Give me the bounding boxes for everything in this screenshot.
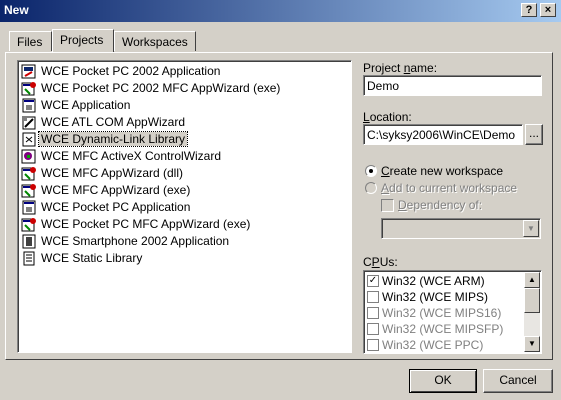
cpu-checkbox[interactable] (367, 291, 379, 303)
cpu-item[interactable]: Win32 (WCE PPC) (366, 337, 526, 353)
tab-files-label: Files (17, 35, 43, 49)
help-button[interactable]: ? (521, 3, 537, 17)
dependency-combo[interactable]: ▼ (381, 218, 541, 239)
project-type-item[interactable]: WCE ATL COM AppWizard (20, 114, 350, 131)
tab-workspaces-label: Workspaces (122, 35, 188, 49)
application-icon (21, 200, 37, 215)
project-type-label: WCE Pocket PC MFC AppWizard (exe) (41, 217, 251, 231)
project-type-label: WCE MFC AppWizard (dll) (41, 166, 184, 180)
mfc-wizard-icon (21, 217, 37, 232)
tab-projects-label: Projects (60, 33, 104, 47)
checkmark-icon[interactable]: ✓ (367, 275, 379, 287)
cpu-label: Win32 (WCE MIPSFP) (382, 322, 504, 336)
radio-selected-dot (369, 169, 373, 173)
cpu-checkbox[interactable] (367, 307, 379, 319)
cpu-item[interactable]: Win32 (WCE MIPSFP) (366, 321, 526, 337)
project-type-item[interactable]: WCE Pocket PC MFC AppWizard (exe) (20, 216, 350, 233)
project-type-label: WCE Pocket PC Application (41, 200, 191, 214)
mfc-wizard-icon (21, 81, 37, 96)
project-type-label: WCE Smartphone 2002 Application (41, 234, 230, 248)
cancel-button[interactable]: Cancel (483, 369, 553, 393)
chevron-down-icon[interactable]: ▼ (523, 220, 539, 237)
new-dialog: New ? × Files Projects Workspaces WCE Po… (0, 0, 561, 400)
atl-com-icon (21, 115, 37, 130)
mfc-wizard-icon (21, 183, 37, 198)
scroll-up-icon[interactable]: ▲ (524, 272, 540, 288)
cpu-checkbox[interactable] (367, 323, 379, 335)
cpu-label: Win32 (WCE ARM) (382, 274, 485, 288)
static-library-icon (21, 251, 37, 266)
project-type-item[interactable]: WCE Pocket PC 2002 MFC AppWizard (exe) (20, 80, 350, 97)
mfc-wizard-icon (21, 166, 37, 181)
dll-icon (21, 132, 37, 147)
cpu-list[interactable]: ▲ ▼ ✓ Win32 (WCE ARM) Win32 (WCE MIPS) Win3… (363, 270, 542, 354)
add-to-workspace-radio[interactable] (365, 182, 377, 194)
window-title: New (4, 3, 29, 17)
application-icon (21, 98, 37, 113)
cpu-item[interactable]: Win32 (WCE MIPS) (366, 289, 526, 305)
tab-projects[interactable]: Projects (52, 29, 114, 52)
project-type-item[interactable]: WCE Smartphone 2002 Application (20, 233, 350, 250)
project-type-item[interactable]: WCE MFC AppWizard (exe) (20, 182, 350, 199)
project-type-label: WCE Static Library (41, 251, 143, 265)
tab-workspaces[interactable]: Workspaces (114, 31, 196, 51)
create-workspace-label: Create new workspace (381, 164, 504, 178)
pocketpc-app-icon (21, 64, 37, 79)
cpu-scrollbar[interactable]: ▲ ▼ (524, 272, 540, 352)
cpu-item[interactable]: ✓ Win32 (WCE ARM) (366, 273, 526, 289)
project-type-label: WCE Application (41, 98, 131, 112)
project-type-item[interactable]: WCE Application (20, 97, 350, 114)
ok-button[interactable]: OK (409, 369, 477, 393)
project-type-item[interactable]: WCE Static Library (20, 250, 350, 267)
create-workspace-radio[interactable] (365, 165, 377, 177)
project-type-list[interactable]: WCE Pocket PC 2002 Application WCE Pocket… (17, 60, 352, 353)
cpu-checkbox[interactable] (367, 339, 379, 351)
cpus-label: CPUs: (363, 255, 398, 269)
project-type-item[interactable]: WCE MFC ActiveX ControlWizard (20, 148, 350, 165)
project-type-item[interactable]: WCE MFC AppWizard (dll) (20, 165, 350, 182)
project-type-item[interactable]: WCE Pocket PC 2002 Application (20, 63, 350, 80)
close-button[interactable]: × (540, 3, 556, 17)
cpu-item[interactable]: Win32 (WCE MIPS16) (366, 305, 526, 321)
smartphone-app-icon (21, 234, 37, 249)
location-input[interactable]: C:\syksy2006\WinCE\Demo (363, 124, 523, 145)
dependency-checkbox[interactable] (381, 199, 394, 212)
project-type-label: WCE MFC ActiveX ControlWizard (41, 149, 222, 163)
project-type-label: WCE Pocket PC 2002 MFC AppWizard (exe) (41, 81, 281, 95)
add-to-workspace-label: Add to current workspace (381, 181, 518, 195)
tab-files[interactable]: Files (9, 31, 52, 51)
project-type-label: WCE Dynamic-Link Library (37, 131, 189, 147)
cpu-label: Win32 (WCE MIPS16) (382, 306, 502, 320)
project-type-label: WCE MFC AppWizard (exe) (41, 183, 191, 197)
activex-icon (21, 149, 37, 164)
scroll-thumb[interactable] (524, 288, 540, 313)
dependency-label: Dependency of: (398, 198, 483, 212)
scroll-down-icon[interactable]: ▼ (524, 336, 540, 352)
project-type-label: WCE Pocket PC 2002 Application (41, 64, 221, 78)
location-label: Location: (363, 110, 412, 124)
title-bar[interactable]: New ? × (0, 0, 561, 22)
project-type-item[interactable]: WCE Pocket PC Application (20, 199, 350, 216)
project-name-label: Project name: (363, 61, 438, 75)
browse-button[interactable]: ... (525, 124, 543, 145)
cpu-label: Win32 (WCE PPC) (382, 338, 484, 352)
project-name-input[interactable]: Demo (363, 75, 542, 96)
project-type-item[interactable]: WCE Dynamic-Link Library (20, 131, 350, 148)
cpu-label: Win32 (WCE MIPS) (382, 290, 489, 304)
project-type-label: WCE ATL COM AppWizard (41, 115, 186, 129)
